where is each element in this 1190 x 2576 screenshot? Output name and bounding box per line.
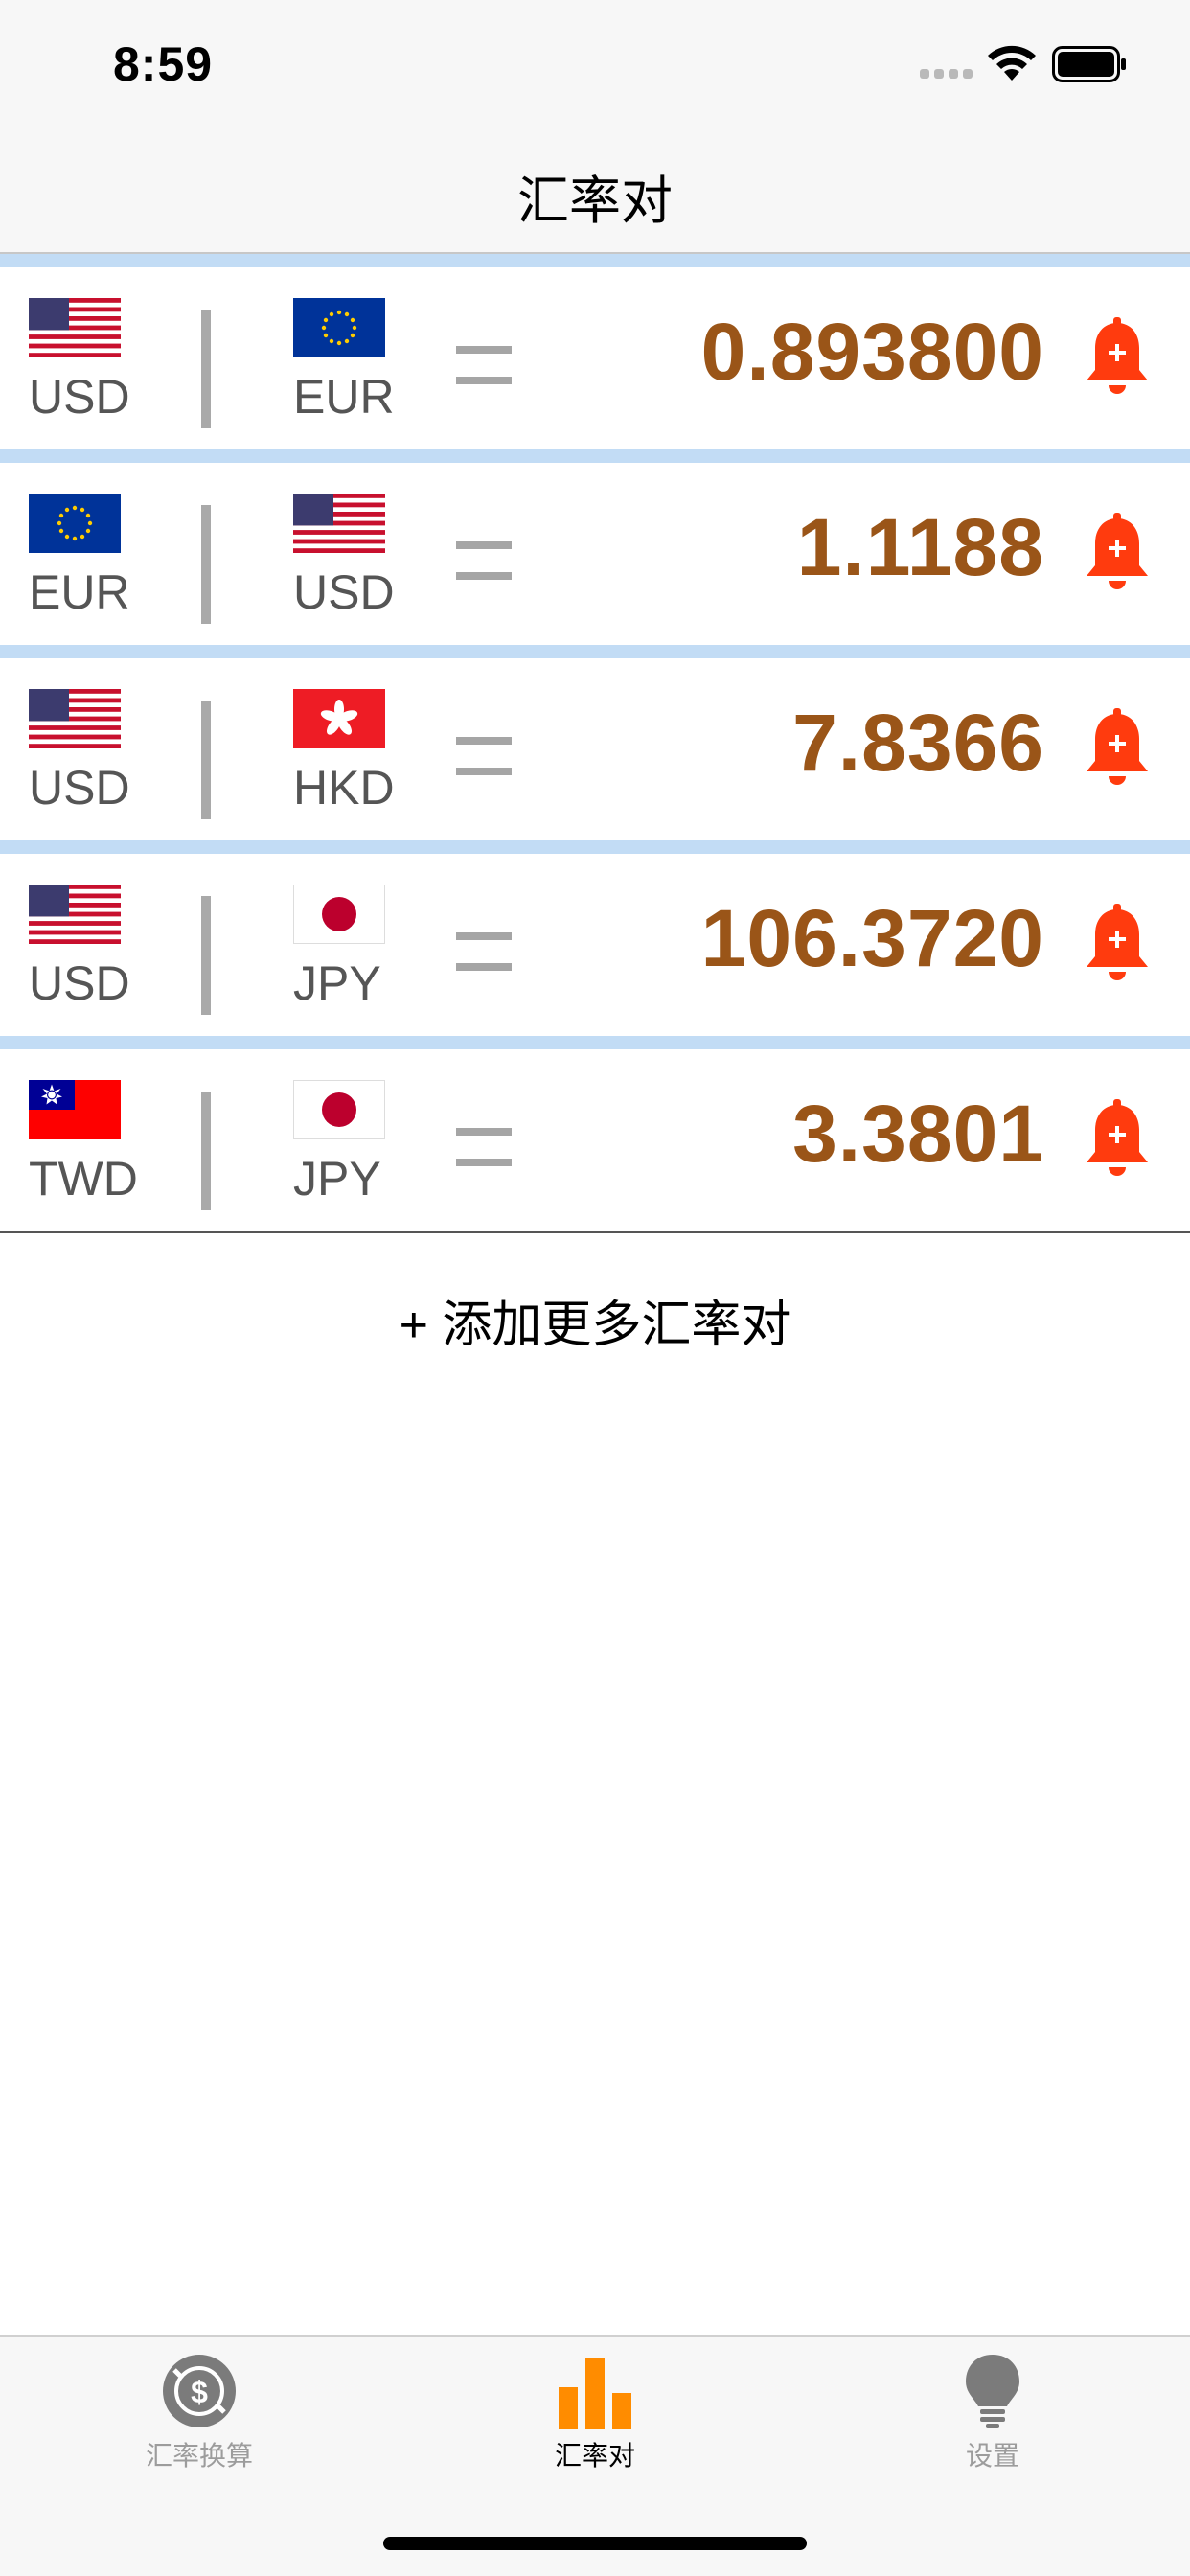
to-currency-code: HKD (293, 761, 395, 815)
us-flag-icon (29, 885, 121, 944)
tab-currency-converter[interactable]: $ 汇率换算 (84, 2353, 314, 2496)
hk-flag-icon (293, 689, 385, 748)
to-currency-code: EUR (293, 370, 395, 424)
to-currency-code: JPY (293, 956, 381, 1010)
page-title: 汇率对 (517, 172, 673, 230)
cellular-signal-icon (920, 69, 973, 80)
exchange-rate-value: 3.3801 (792, 1089, 1044, 1179)
from-currency-code: USD (29, 761, 130, 815)
currency-pair-row[interactable]: USD EUR 0.893800 (0, 254, 1190, 449)
pair-divider (201, 505, 211, 624)
tab-settings[interactable]: 设置 (878, 2353, 1108, 2496)
svg-text:$: $ (191, 2375, 208, 2409)
add-alert-bell-icon[interactable] (1083, 317, 1152, 400)
from-currency-code: USD (29, 370, 130, 424)
currency-pair-row[interactable]: TWD JPY 3.3801 (0, 1036, 1190, 1233)
jp-flag-icon (293, 1080, 385, 1139)
eu-flag-icon (29, 494, 121, 553)
tab-label: 汇率换算 (145, 2441, 253, 2471)
battery-icon (1052, 46, 1126, 82)
tab-label: 汇率对 (554, 2441, 635, 2471)
add-alert-bell-icon[interactable] (1083, 904, 1152, 986)
home-indicator[interactable] (383, 2537, 807, 2550)
currency-pair-row[interactable]: USD HKD 7.8366 (0, 645, 1190, 840)
from-currency-code: EUR (29, 565, 130, 619)
status-time: 8:59 (113, 37, 214, 91)
currency-pair-row[interactable]: USD JPY 106.3720 (0, 840, 1190, 1036)
equals-sign (456, 346, 512, 386)
pair-divider (201, 701, 211, 819)
us-flag-icon (29, 298, 121, 357)
currency-pair-list: USD EUR 0.893800 EUR USD 1.1188 USD HKD … (0, 254, 1190, 1233)
status-bar: 8:59 (0, 0, 1190, 129)
to-currency-code: JPY (293, 1152, 381, 1206)
wifi-icon (988, 45, 1036, 80)
equals-sign (456, 932, 512, 973)
equals-sign (456, 737, 512, 777)
lightbulb-icon (966, 2355, 1019, 2428)
bar-chart-icon (559, 2358, 631, 2429)
equals-sign (456, 1128, 512, 1168)
exchange-rate-value: 1.1188 (796, 502, 1044, 592)
eu-flag-icon (293, 298, 385, 357)
tw-flag-icon (29, 1080, 121, 1139)
exchange-rate-value: 106.3720 (700, 893, 1044, 983)
navigation-bar: 汇率对 (0, 129, 1190, 254)
add-alert-bell-icon[interactable] (1083, 708, 1152, 791)
from-currency-code: USD (29, 956, 130, 1010)
equals-sign (456, 541, 512, 582)
add-alert-bell-icon[interactable] (1083, 1099, 1152, 1182)
pair-divider (201, 1092, 211, 1210)
add-alert-bell-icon[interactable] (1083, 513, 1152, 595)
tab-label: 设置 (965, 2441, 1019, 2471)
us-flag-icon (293, 494, 385, 553)
pair-divider (201, 896, 211, 1015)
exchange-rate-value: 0.893800 (700, 307, 1044, 397)
add-more-pairs-button[interactable]: + 添加更多汇率对 (0, 1284, 1190, 1356)
jp-flag-icon (293, 885, 385, 944)
from-currency-code: TWD (29, 1152, 138, 1206)
pair-divider (201, 310, 211, 428)
us-flag-icon (29, 689, 121, 748)
tab-currency-pairs[interactable]: 汇率对 (480, 2353, 710, 2496)
currency-exchange-icon: $ (163, 2355, 236, 2427)
currency-pair-row[interactable]: EUR USD 1.1188 (0, 449, 1190, 645)
to-currency-code: USD (293, 565, 395, 619)
exchange-rate-value: 7.8366 (792, 698, 1044, 788)
